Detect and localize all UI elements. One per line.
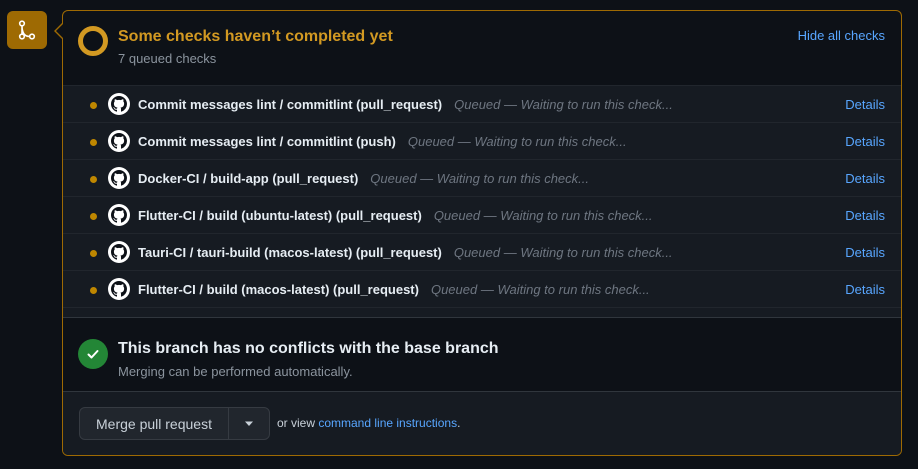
pending-dot-icon <box>90 213 97 220</box>
details-link[interactable]: Details <box>845 171 885 186</box>
check-row: Commit messages lint / commitlint (pull_… <box>63 86 901 123</box>
pending-ring-icon <box>78 26 108 56</box>
github-icon <box>108 167 130 189</box>
pending-dot-icon <box>90 102 97 109</box>
details-link[interactable]: Details <box>845 97 885 112</box>
github-icon <box>108 204 130 226</box>
merge-area: Merge pull request or view command line … <box>63 391 901 455</box>
check-status: Queued — Waiting to run this check... <box>454 97 673 112</box>
or-view-text: or view <box>277 416 319 430</box>
check-name-text: Flutter-CI / build (macos-latest) (pull_… <box>138 282 419 297</box>
check-status: Queued — Waiting to run this check... <box>453 245 673 260</box>
check-row: Commit messages lint / commitlint (push)… <box>63 123 901 160</box>
merge-options-dropdown[interactable] <box>229 408 269 439</box>
no-conflicts-subtitle: Merging can be performed automatically. <box>118 364 353 379</box>
pending-dot-icon <box>90 176 97 183</box>
hide-all-checks-link[interactable]: Hide all checks <box>798 28 885 43</box>
panel-pointer-inner <box>56 24 63 38</box>
check-row: Flutter-CI / build (ubuntu-latest) (pull… <box>63 197 901 234</box>
pending-dot-icon <box>90 287 97 294</box>
merge-status-panel: Some checks haven’t completed yet 7 queu… <box>62 10 902 456</box>
details-link[interactable]: Details <box>845 134 885 149</box>
check-name: Docker-CI / build-app (pull_request) Queu… <box>138 171 589 186</box>
details-link[interactable]: Details <box>845 208 885 223</box>
checks-title: Some checks haven’t completed yet <box>118 28 393 45</box>
check-name-text: Tauri-CI / tauri-build (macos-latest) (p… <box>138 245 442 260</box>
github-icon <box>108 130 130 152</box>
check-icon <box>78 339 108 369</box>
github-icon <box>108 278 130 300</box>
check-name: Flutter-CI / build (macos-latest) (pull_… <box>138 282 650 297</box>
check-status: Queued — Waiting to run this check... <box>407 134 627 149</box>
check-status: Queued — Waiting to run this check... <box>430 282 650 297</box>
check-name: Commit messages lint / commitlint (pull_… <box>138 97 673 112</box>
check-row: Tauri-CI / tauri-build (macos-latest) (p… <box>63 234 901 271</box>
pending-dot-icon <box>90 250 97 257</box>
checks-list[interactable]: Commit messages lint / commitlint (pull_… <box>63 85 901 317</box>
no-conflicts-section: This branch has no conflicts with the ba… <box>63 317 901 391</box>
period-text: . <box>457 416 461 430</box>
command-line-hint: or view command line instructions. <box>277 416 460 430</box>
details-link[interactable]: Details <box>845 245 885 260</box>
check-name: Commit messages lint / commitlint (push)… <box>138 134 627 149</box>
pending-dot-icon <box>90 139 97 146</box>
check-row: Docker-CI / build-app (pull_request) Queu… <box>63 160 901 197</box>
check-name-text: Commit messages lint / commitlint (pull_… <box>138 97 443 112</box>
merge-button-group: Merge pull request <box>79 407 270 440</box>
github-icon <box>108 93 130 115</box>
details-link[interactable]: Details <box>845 282 885 297</box>
check-name: Flutter-CI / build (ubuntu-latest) (pull… <box>138 208 653 223</box>
check-status: Queued — Waiting to run this check... <box>433 208 653 223</box>
check-name-text: Flutter-CI / build (ubuntu-latest) (pull… <box>138 208 422 223</box>
check-name-text: Docker-CI / build-app (pull_request) <box>138 171 359 186</box>
check-status: Queued — Waiting to run this check... <box>370 171 589 186</box>
no-conflicts-title: This branch has no conflicts with the ba… <box>118 340 499 357</box>
merge-pull-request-button[interactable]: Merge pull request <box>80 408 229 439</box>
check-name: Tauri-CI / tauri-build (macos-latest) (p… <box>138 245 673 260</box>
checks-header: Some checks haven’t completed yet 7 queu… <box>63 11 901 85</box>
triangle-down-icon <box>245 421 253 426</box>
github-icon <box>108 241 130 263</box>
check-row: Flutter-CI / build (macos-latest) (pull_… <box>63 271 901 308</box>
git-merge-icon <box>7 11 47 49</box>
checks-subtitle: 7 queued checks <box>118 51 217 66</box>
check-name-text: Commit messages lint / commitlint (push) <box>138 134 396 149</box>
command-line-instructions-link[interactable]: command line instructions <box>318 416 457 430</box>
